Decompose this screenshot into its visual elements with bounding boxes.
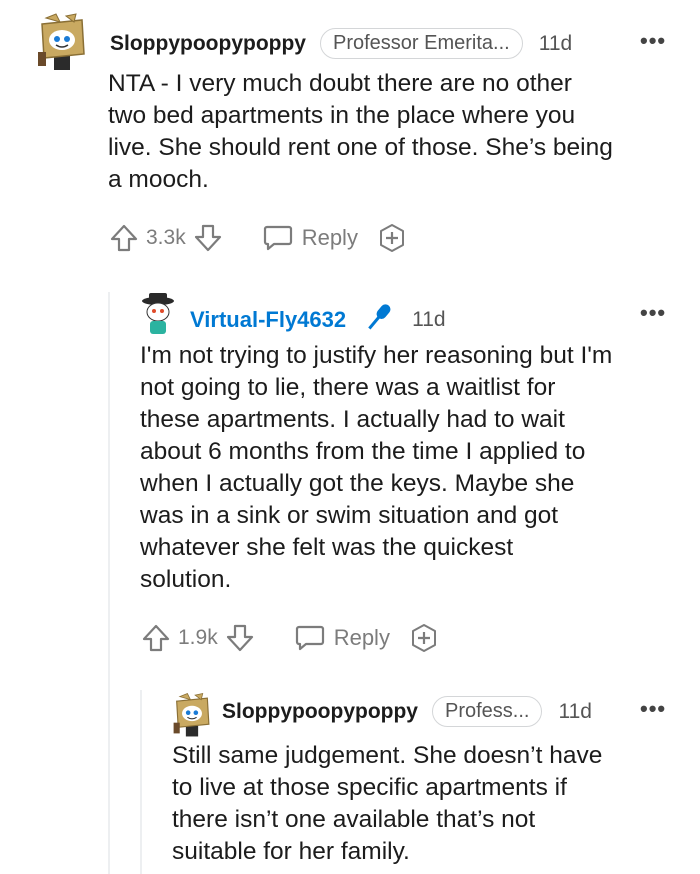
downvote-icon[interactable] — [224, 622, 256, 654]
vote-score: 1.9k — [178, 626, 218, 649]
comment-line: whatever she felt was the quickest — [140, 534, 514, 561]
snoo-avatar-icon — [142, 293, 174, 334]
comment-body: NTA - I very much doubt there are no oth… — [108, 68, 688, 196]
comment-line: when I actually got the keys. Maybe she — [140, 470, 575, 497]
avatar[interactable] — [172, 692, 212, 743]
comment-line: there isn’t one available that’s not — [172, 806, 536, 833]
reply-label: Reply — [301, 225, 358, 250]
comment-line: suitable for her family. — [172, 838, 410, 865]
comment-line: solution. — [140, 566, 232, 593]
reply-bubble-icon — [295, 625, 324, 651]
comment-line: live. She should rent one of those. She’… — [108, 134, 613, 161]
user-flair: Profess... — [431, 696, 543, 727]
comment-actions: 3.3k Reply — [108, 222, 408, 254]
microphone-icon — [362, 300, 396, 339]
comment-3: Sloppypoopypoppy Profess... 11d ••• Stil… — [0, 680, 700, 874]
avatar[interactable] — [138, 292, 178, 341]
comment-actions: 1.9k Reply — [140, 622, 440, 654]
upvote-icon[interactable] — [108, 222, 140, 254]
vote-score: 3.3k — [146, 226, 186, 249]
avatar[interactable] — [36, 12, 88, 77]
upvote-icon[interactable] — [140, 622, 172, 654]
comment-1: Sloppypoopypoppy Professor Emerita... 11… — [0, 0, 700, 270]
comment-line: two bed apartments in the place where yo… — [108, 102, 576, 129]
username[interactable]: Sloppypoopypoppy — [222, 700, 418, 724]
username[interactable]: Sloppypoopypoppy — [110, 32, 306, 56]
comment-line: these apartments. I actually had to wait — [140, 406, 565, 433]
reply-bubble-icon — [263, 225, 292, 251]
comment-line: not going to lie, there was a waitlist f… — [140, 374, 556, 401]
downvote-icon[interactable] — [192, 222, 224, 254]
username[interactable]: Virtual-Fly4632 — [190, 307, 346, 333]
more-options-icon[interactable]: ••• — [640, 28, 666, 54]
comment-line: was in a sink or swim situation and got — [140, 502, 559, 529]
comment-2: Virtual-Fly4632 11d ••• I'm not trying t… — [0, 280, 700, 680]
timestamp: 11d — [538, 31, 573, 55]
more-options-icon[interactable]: ••• — [640, 696, 666, 722]
more-options-icon[interactable]: ••• — [640, 300, 666, 326]
comment-line: Still same judgement. She doesn’t have — [172, 742, 603, 769]
comment-line: to live at those specific apartments if — [172, 774, 567, 801]
reply-label: Reply — [333, 625, 390, 650]
snoo-avatar-icon — [38, 13, 85, 70]
timestamp: 11d — [412, 307, 446, 331]
timestamp: 11d — [558, 699, 592, 723]
comment-line: about 6 months from the time I applied t… — [140, 438, 586, 465]
award-icon[interactable] — [376, 222, 408, 254]
award-icon[interactable] — [408, 622, 440, 654]
snoo-avatar-icon — [173, 693, 210, 737]
comment-line: I'm not trying to justify her reasoning … — [140, 342, 613, 369]
user-flair: Professor Emerita... — [319, 28, 523, 59]
comment-line: NTA - I very much doubt there are no oth… — [108, 70, 572, 97]
reply-button[interactable]: Reply — [262, 223, 358, 253]
comment-line: a mooch. — [108, 166, 209, 193]
comment-body: Still same judgement. She doesn’t have t… — [172, 740, 687, 868]
comment-body: I'm not trying to justify her reasoning … — [140, 340, 685, 596]
reply-button[interactable]: Reply — [294, 623, 390, 653]
